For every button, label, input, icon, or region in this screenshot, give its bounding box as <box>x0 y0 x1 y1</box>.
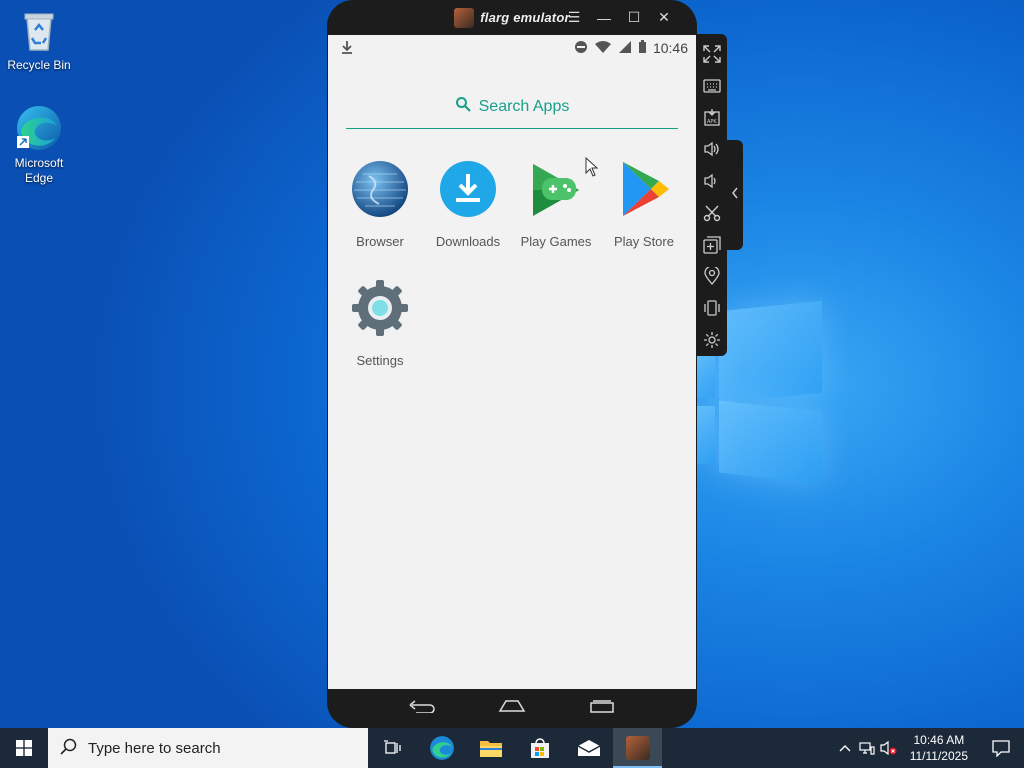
wifi-icon <box>594 40 612 57</box>
minimize-icon[interactable]: — <box>589 10 619 26</box>
taskbar-mail[interactable] <box>564 728 613 768</box>
search-icon <box>455 96 471 117</box>
do-not-disturb-icon <box>574 40 588 57</box>
search-apps-label: Search Apps <box>478 97 570 115</box>
mail-icon <box>577 740 600 756</box>
network-icon[interactable] <box>856 741 878 755</box>
android-screen: 10:46 Search Apps Browser Downloads Play… <box>328 35 696 689</box>
emulator-title: flarg emulator <box>480 10 570 25</box>
close-icon[interactable]: ✕ <box>649 9 679 26</box>
recycle-bin-icon <box>15 6 63 54</box>
multi-instance-icon[interactable] <box>697 229 727 261</box>
edge-icon <box>15 104 63 152</box>
emulator-side-toolbar: APK <box>697 34 727 356</box>
android-status-bar: 10:46 <box>328 35 696 61</box>
emulator-titlebar[interactable]: flarg emulator ☰ — ☐ ✕ <box>327 0 697 35</box>
folder-icon <box>479 741 502 757</box>
status-time: 10:46 <box>652 40 688 56</box>
apk-install-icon[interactable]: APK <box>697 102 727 134</box>
edge-icon <box>429 736 454 760</box>
app-play-store[interactable]: Play Store <box>600 160 688 249</box>
store-bag-icon <box>530 738 549 758</box>
notification-center-button[interactable] <box>978 728 1024 768</box>
app-label: Settings <box>356 353 404 368</box>
download-notification-icon <box>340 40 354 57</box>
taskbar-search-box[interactable]: Type here to search <box>48 728 368 768</box>
volume-down-icon[interactable] <box>697 165 727 197</box>
app-browser[interactable]: Browser <box>336 160 424 249</box>
desktop-icon-microsoft-edge[interactable]: Microsoft Edge <box>1 104 77 186</box>
battery-icon <box>638 39 647 57</box>
recents-icon[interactable] <box>588 699 616 718</box>
chevron-up-icon[interactable] <box>834 744 856 752</box>
app-label: Browser <box>356 234 404 249</box>
screenshot-scissors-icon[interactable] <box>697 197 727 229</box>
chevron-left-icon <box>731 186 739 204</box>
fullscreen-icon[interactable] <box>697 38 727 70</box>
settings-gear-icon <box>351 279 409 337</box>
volume-muted-icon[interactable] <box>878 741 900 755</box>
emulator-window: flarg emulator ☰ — ☐ ✕ 10:46 Search Apps… <box>327 0 697 728</box>
volume-up-icon[interactable] <box>697 133 727 165</box>
search-icon <box>60 737 78 759</box>
clock-date: 11/11/2025 <box>909 749 968 763</box>
taskbar-emulator[interactable] <box>613 728 662 768</box>
emulator-app-icon <box>454 7 475 28</box>
app-settings[interactable]: Settings <box>336 279 424 368</box>
taskbar-file-explorer[interactable] <box>466 728 515 768</box>
svg-text:APK: APK <box>707 119 717 125</box>
app-drawer: Browser Downloads Play Games Play Store … <box>336 160 688 368</box>
location-icon[interactable] <box>697 261 727 293</box>
app-label: Play Store <box>614 234 674 249</box>
windows-start-icon <box>16 740 32 756</box>
mouse-cursor-icon <box>585 156 599 182</box>
back-icon[interactable] <box>408 699 436 718</box>
browser-globe-icon <box>351 160 409 218</box>
play-games-icon <box>527 160 585 218</box>
taskbar-search-placeholder: Type here to search <box>88 739 221 757</box>
downloads-icon <box>439 160 497 218</box>
search-apps-bar[interactable]: Search Apps <box>346 93 678 129</box>
android-nav-bar <box>327 689 697 728</box>
shake-icon[interactable] <box>697 292 727 324</box>
task-view-button[interactable] <box>368 728 417 768</box>
home-icon[interactable] <box>498 699 526 718</box>
app-label: Play Games <box>520 234 592 249</box>
app-label: Downloads <box>435 234 501 249</box>
keyboard-icon[interactable] <box>697 70 727 102</box>
app-downloads[interactable]: Downloads <box>424 160 512 249</box>
task-view-icon <box>383 740 401 754</box>
taskbar-edge[interactable] <box>417 728 466 768</box>
notification-icon <box>992 740 1010 757</box>
desktop-icon-label: Recycle Bin <box>7 58 71 72</box>
taskbar-clock[interactable]: 10:46 AM 11/11/2025 <box>900 732 978 764</box>
windows-taskbar: Type here to search 10:46 AM 11/11/2025 <box>0 728 1024 768</box>
desktop-icon-recycle-bin[interactable]: Recycle Bin <box>1 6 77 73</box>
clock-time: 10:46 AM <box>913 733 965 747</box>
toolbar-collapse-button[interactable] <box>727 140 743 250</box>
desktop-icon-label: Microsoft Edge <box>14 156 64 185</box>
menu-icon[interactable]: ☰ <box>559 9 589 26</box>
taskbar-store[interactable] <box>515 728 564 768</box>
system-tray: 10:46 AM 11/11/2025 <box>834 728 1024 768</box>
cell-signal-icon <box>618 40 632 57</box>
maximize-icon[interactable]: ☐ <box>619 9 649 26</box>
play-store-icon <box>615 160 673 218</box>
start-button[interactable] <box>0 728 48 768</box>
settings-icon[interactable] <box>697 324 727 356</box>
emulator-app-icon <box>625 736 650 760</box>
